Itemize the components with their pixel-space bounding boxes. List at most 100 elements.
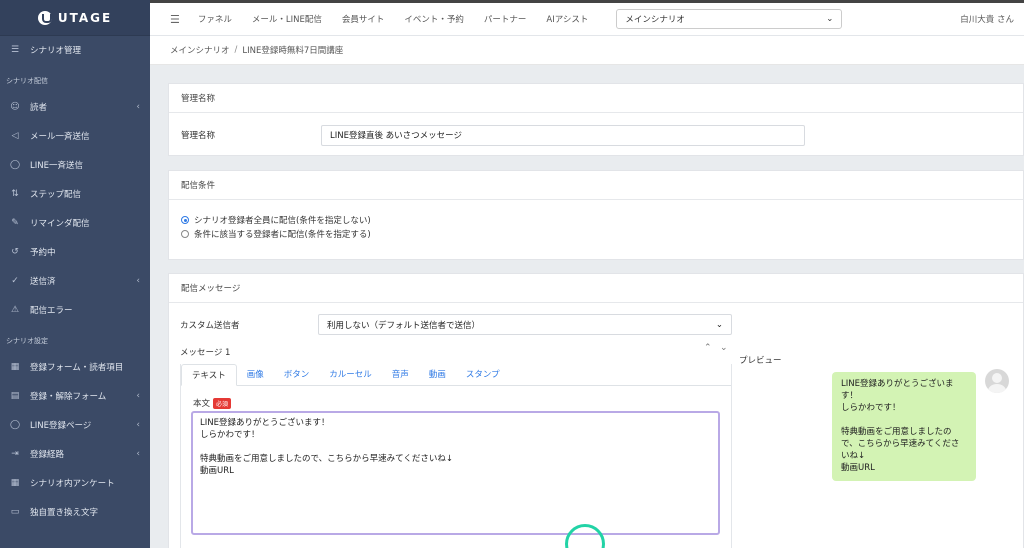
chevron-left-icon: ‹ (136, 275, 140, 286)
admin-name-header: 管理名称 (169, 84, 1023, 113)
signin-icon: ⇥ (11, 448, 19, 459)
breadcrumb-parent[interactable]: メインシナリオ (170, 44, 230, 56)
chevron-down-icon: ⌄ (826, 14, 834, 24)
sidebar-item[interactable]: ◯ LINE登録ページ ‹ (0, 410, 150, 439)
condition-option-all[interactable]: シナリオ登録者全員に配信(条件を指定しない) (181, 213, 1023, 227)
message-tab[interactable]: スタンプ (456, 363, 510, 385)
top-navbar: ☰ ファネル メール・LINE配信 会員サイト イベント・予約 パートナー AI… (150, 0, 1024, 36)
warning-icon: ⚠ (10, 304, 20, 315)
sidebar-item-label: 予約中 (30, 247, 56, 258)
sidebar-item-label: ステップ配信 (30, 189, 82, 200)
message-title: メッセージ 1 (180, 348, 231, 358)
sidebar-item-label: 読者 (30, 102, 48, 113)
chevron-left-icon: ‹ (136, 448, 140, 459)
sidebar-section-heading: シナリオ設定 (6, 337, 48, 345)
sidebar-item-label: シナリオ内アンケート (30, 478, 115, 489)
table-icon: ▦ (10, 361, 20, 372)
users-icon: ☺ (10, 101, 20, 112)
nav-link-ai-assist[interactable]: AIアシスト (546, 13, 588, 25)
sidebar-item[interactable]: ✎ リマインダ配信 (0, 208, 150, 237)
sidebar-item[interactable]: ↺ 予約中 (0, 237, 150, 266)
move-up-icon[interactable]: ⌃ (704, 343, 712, 353)
sidebar-item[interactable]: ▭ 独自置き換え文字 (0, 497, 150, 526)
sidebar-item[interactable]: ◁ メール一斉送信 (0, 121, 150, 150)
sidebar-item-label: リマインダ配信 (30, 218, 90, 229)
delivery-conditions-card: 配信条件 シナリオ登録者全員に配信(条件を指定しない) 条件に該当する登録者に配… (168, 170, 1024, 260)
sidebar-item[interactable]: ▦ 登録フォーム・読者項目 (0, 352, 150, 381)
sidebar-item[interactable]: ▤ 登録・解除フォーム ‹ (0, 381, 150, 410)
nav-link-member-site[interactable]: 会員サイト (342, 13, 385, 25)
admin-name-label: 管理名称 (181, 131, 216, 141)
check-icon: ✓ (11, 275, 19, 286)
breadcrumb-separator: / (234, 45, 238, 55)
sidebar-item[interactable]: ✓ 送信済 ‹ (0, 266, 150, 295)
radio-unselected-icon[interactable] (181, 230, 189, 238)
sidebar-item-label: 独自置き換え文字 (30, 507, 99, 518)
sidebar-item-label: 配信エラー (30, 305, 73, 316)
sidebar-item[interactable]: ⇅ ステップ配信 (0, 179, 150, 208)
message-tab[interactable]: 動画 (419, 363, 456, 385)
condition-option-all-label: シナリオ登録者全員に配信(条件を指定しない) (194, 216, 371, 226)
custom-sender-select[interactable]: 利用しない（デフォルト送信者で送信） ⌄ (318, 314, 732, 335)
history-icon: ↺ (11, 246, 19, 257)
pencil-icon: ✎ (11, 217, 19, 228)
sidebar-item-label: メール一斉送信 (30, 131, 90, 142)
body-label: 本文 (193, 399, 211, 409)
move-down-icon[interactable]: ⌄ (720, 343, 728, 353)
sidebar-item[interactable]: ▦ シナリオ内アンケート (0, 468, 150, 497)
chat-icon: ◯ (9, 159, 21, 170)
chevron-left-icon: ‹ (136, 419, 140, 430)
user-menu[interactable]: 白川大貴 さん (960, 13, 1014, 25)
avatar (985, 369, 1009, 393)
message-body-textarea[interactable]: LINE登録ありがとうございます！ しらかわです！ 特典動画をご用意しましたので… (191, 411, 720, 535)
sidebar-item[interactable]: ☰ シナリオ管理 (0, 36, 150, 64)
custom-sender-label: カスタム送信者 (180, 321, 240, 331)
hamburger-menu-icon[interactable]: ☰ (170, 13, 180, 26)
admin-name-card: 管理名称 管理名称 LINE登録直後 あいさつメッセージ (168, 83, 1024, 156)
sidebar-item-label: シナリオ管理 (30, 46, 82, 56)
nav-link-event[interactable]: イベント・予約 (404, 13, 464, 25)
radio-selected-icon[interactable] (181, 216, 189, 224)
sidebar-item-label: LINE登録ページ (30, 420, 92, 431)
sidebar-menu: ☰ シナリオ管理シナリオ配信 ☺ 読者 ‹ ◁ メール一斉送信 ◯ LINE一斉送信 ⇅ ステップ配… (0, 36, 150, 526)
message-type-tabs: テキスト 画像 ボタン カルーセル 音声 動画 スタンプ (181, 364, 731, 386)
scenario-select[interactable]: メインシナリオ ⌄ (616, 9, 843, 29)
message-tab[interactable]: 画像 (237, 363, 274, 385)
brand-name: UTAGE (57, 10, 113, 25)
form-icon: ▤ (10, 390, 20, 401)
message-tab[interactable]: 音声 (382, 363, 419, 385)
table-icon: ▦ (10, 477, 20, 488)
breadcrumb-current: LINE登録時無料7日間講座 (242, 46, 344, 56)
sidebar: UTAGE ☰ シナリオ管理シナリオ配信 ☺ 読者 ‹ ◁ メール一斉送信 ◯ LINE一斉送信… (0, 0, 150, 548)
chat-icon: ◯ (9, 419, 21, 430)
send-icon: ◁ (11, 130, 19, 141)
sidebar-section-heading: シナリオ配信 (6, 77, 48, 85)
admin-name-input[interactable]: LINE登録直後 あいさつメッセージ (321, 124, 805, 146)
sidebar-item-label: LINE一斉送信 (30, 160, 83, 171)
message-tab[interactable]: テキスト (181, 364, 237, 386)
condition-option-filtered[interactable]: 条件に該当する登録者に配信(条件を指定する) (181, 227, 1023, 241)
body-label-wrap: 本文 必須 (193, 397, 232, 409)
brand-logo[interactable]: UTAGE (0, 0, 150, 36)
sidebar-item[interactable]: ⚠ 配信エラー (0, 295, 150, 324)
nav-link-mail-line[interactable]: メール・LINE配信 (252, 13, 322, 25)
preview-label: プレビュー (739, 356, 782, 366)
sidebar-item[interactable]: ◯ LINE一斉送信 (0, 150, 150, 179)
condition-option-filtered-label: 条件に該当する登録者に配信(条件を指定する) (194, 230, 371, 240)
nav-link-partner[interactable]: パートナー (484, 13, 527, 25)
message-tab[interactable]: ボタン (274, 363, 320, 385)
sidebar-item-label: 登録経路 (30, 449, 65, 460)
required-badge: 必須 (213, 397, 232, 409)
sidebar-item[interactable]: ☺ 読者 ‹ (0, 92, 150, 121)
sidebar-item-label: 送信済 (30, 276, 56, 287)
sidebar-item[interactable]: ⇥ 登録経路 ‹ (0, 439, 150, 468)
nav-link-funnel[interactable]: ファネル (198, 13, 232, 25)
sidebar-item-label: 登録・解除フォーム (30, 391, 107, 402)
message-tab[interactable]: カルーセル (319, 363, 382, 385)
custom-sender-value: 利用しない（デフォルト送信者で送信） (327, 320, 481, 331)
list-icon: ☰ (10, 45, 20, 55)
doc-icon: ▭ (10, 506, 20, 517)
delivery-message-header: 配信メッセージ (169, 274, 1023, 303)
chevron-left-icon: ‹ (136, 390, 140, 401)
sidebar-item-label: 登録フォーム・読者項目 (30, 362, 124, 373)
